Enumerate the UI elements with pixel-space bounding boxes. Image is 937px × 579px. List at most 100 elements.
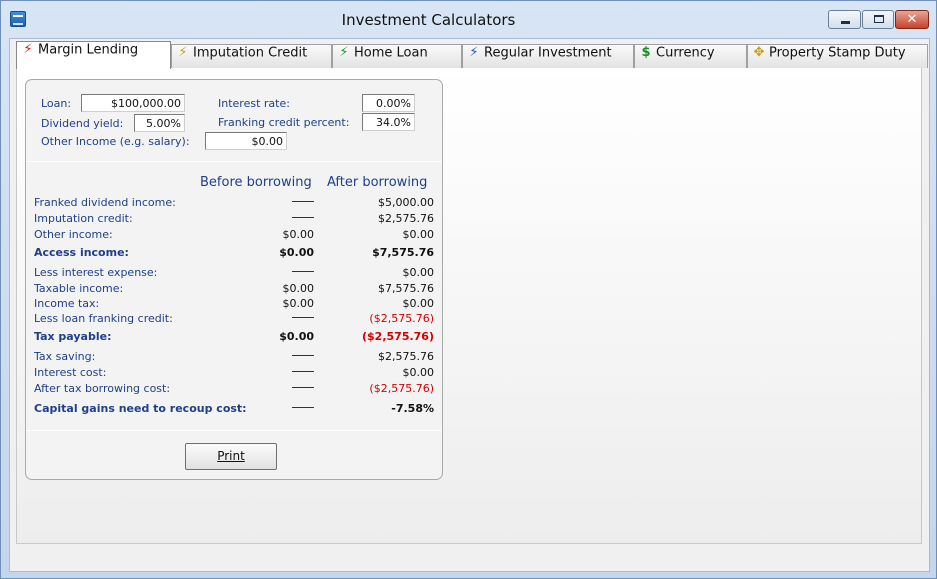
row-label: Less interest expense:	[34, 266, 158, 279]
dash-icon	[292, 355, 314, 356]
row-label: Income tax:	[34, 297, 100, 310]
table-row: Interest cost: $0.00	[34, 366, 434, 381]
row-label: Tax payable:	[34, 330, 112, 343]
maximize-icon	[874, 15, 884, 23]
table-row: Other income: $0.00 $0.00	[34, 228, 434, 243]
tab-label: Home Loan	[354, 45, 428, 61]
row-label: Taxable income:	[34, 282, 124, 295]
row-label: Franked dividend income:	[34, 196, 176, 209]
before-value: $0.00	[282, 297, 315, 310]
loan-field[interactable]: $100,000.00	[81, 94, 185, 112]
after-value: $0.00	[402, 228, 435, 241]
row-label: After tax borrowing cost:	[34, 382, 171, 395]
row-label: Other income:	[34, 228, 113, 241]
dividend-yield-label: Dividend yield:	[41, 117, 124, 130]
after-value: $7,575.76	[378, 282, 434, 295]
interest-rate-field[interactable]: 0.00%	[362, 94, 415, 112]
before-empty-dash	[292, 382, 314, 395]
table-row: Less interest expense: $0.00	[34, 266, 434, 281]
table-row: Less loan franking credit: ($2,575.76)	[34, 312, 434, 327]
minimize-icon	[841, 21, 850, 24]
table-row: After tax borrowing cost: ($2,575.76)	[34, 382, 434, 397]
before-empty-dash	[292, 196, 314, 209]
franking-credit-field[interactable]: 34.0%	[362, 113, 415, 131]
table-row: Access income: $0.00 $7,575.76	[34, 246, 434, 261]
dollar-icon: $	[641, 45, 651, 60]
margin-lending-panel: Loan: $100,000.00 Interest rate: 0.00% D…	[25, 79, 443, 480]
table-row: Franked dividend income: $5,000.00	[34, 196, 434, 211]
lightning-green-icon: ⚡	[339, 45, 349, 60]
tab-label: Margin Lending	[38, 42, 139, 58]
tab-strip: ⚡ Margin Lending ⚡ Imputation Credit ⚡ Home…	[16, 41, 928, 69]
dash-icon	[292, 407, 314, 408]
dividend-yield-field[interactable]: 5.00%	[134, 114, 185, 132]
row-label: Interest cost:	[34, 366, 107, 379]
table-row: Capital gains need to recoup cost: -7.58%	[34, 402, 434, 417]
table-row: Tax payable: $0.00 ($2,575.76)	[34, 330, 434, 345]
table-row: Tax saving: $2,575.76	[34, 350, 434, 365]
row-label: Less loan franking credit:	[34, 312, 173, 325]
table-row: Taxable income: $0.00 $7,575.76	[34, 282, 434, 297]
row-label: Access income:	[34, 246, 129, 259]
table-row: Income tax: $0.00 $0.00	[34, 297, 434, 312]
before-value: $0.00	[279, 246, 314, 259]
interest-rate-label: Interest rate:	[218, 97, 290, 110]
row-label: Tax saving:	[34, 350, 96, 363]
dash-icon	[292, 387, 314, 388]
after-value: $2,575.76	[378, 350, 434, 363]
after-value: ($2,575.76)	[369, 382, 434, 395]
dash-icon	[292, 271, 314, 272]
after-value: ($2,575.76)	[369, 312, 434, 325]
tab-property-stamp-duty[interactable]: ✥ Property Stamp Duty	[747, 44, 928, 68]
before-empty-dash	[292, 350, 314, 363]
after-value: -7.58%	[391, 402, 434, 415]
dash-icon	[292, 201, 314, 202]
after-value: $0.00	[402, 366, 435, 379]
dash-icon	[292, 217, 314, 218]
after-value: ($2,575.76)	[362, 330, 434, 343]
after-borrowing-header: After borrowing	[327, 175, 428, 190]
before-value: $0.00	[282, 282, 315, 295]
window-title: Investment Calculators	[341, 11, 516, 29]
after-value: $2,575.76	[378, 212, 434, 225]
dash-icon	[292, 317, 314, 318]
before-empty-dash	[292, 366, 314, 379]
row-label: Capital gains need to recoup cost:	[34, 402, 247, 415]
before-empty-dash	[292, 402, 314, 415]
loan-label: Loan:	[41, 97, 72, 110]
before-value: $0.00	[282, 228, 315, 241]
minimize-button[interactable]	[828, 10, 861, 29]
client-area: ⚡ Margin Lending ⚡ Imputation Credit ⚡ Home…	[9, 38, 930, 572]
divider	[26, 161, 442, 162]
before-empty-dash	[292, 212, 314, 225]
table-row: Imputation credit: $2,575.76	[34, 212, 434, 227]
before-empty-dash	[292, 266, 314, 279]
after-value: $0.00	[402, 297, 435, 310]
after-value: $5,000.00	[378, 196, 434, 209]
tab-imputation-credit[interactable]: ⚡ Imputation Credit	[171, 44, 332, 68]
tab-regular-investment[interactable]: ⚡ Regular Investment	[462, 44, 634, 68]
stamp-icon: ✥	[753, 45, 765, 60]
tab-label: Imputation Credit	[193, 45, 308, 61]
after-value: $7,575.76	[372, 246, 434, 259]
print-button[interactable]: Print	[185, 443, 277, 470]
other-income-field[interactable]: $0.00	[205, 132, 287, 150]
tab-currency[interactable]: $ Currency	[634, 44, 747, 68]
tab-label: Currency	[656, 45, 715, 61]
lightning-red-icon: ⚡	[23, 42, 33, 57]
title-bar[interactable]: Investment Calculators ✕	[1, 1, 936, 37]
tab-margin-lending[interactable]: ⚡ Margin Lending	[16, 41, 171, 69]
other-income-label: Other Income (e.g. salary):	[41, 135, 190, 148]
close-button[interactable]: ✕	[895, 10, 929, 29]
after-value: $0.00	[402, 266, 435, 279]
tab-home-loan[interactable]: ⚡ Home Loan	[332, 44, 462, 68]
app-window: Investment Calculators ✕ ⚡ Margin Lending…	[0, 0, 937, 579]
before-empty-dash	[292, 312, 314, 325]
dash-icon	[292, 371, 314, 372]
before-borrowing-header: Before borrowing	[200, 175, 312, 190]
lightning-blue-icon: ⚡	[469, 45, 479, 60]
maximize-button[interactable]	[862, 10, 894, 29]
lightning-yellow-icon: ⚡	[178, 45, 188, 60]
tab-label: Regular Investment	[484, 45, 612, 61]
franking-credit-label: Franking credit percent:	[218, 116, 350, 129]
